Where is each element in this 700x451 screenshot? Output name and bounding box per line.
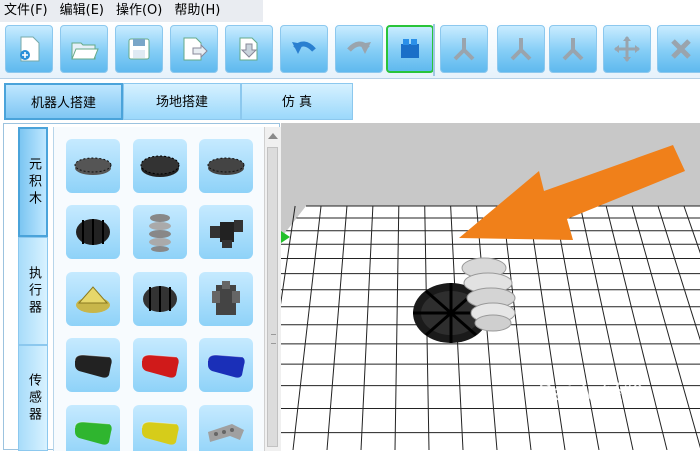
part-tile[interactable] (199, 272, 253, 326)
move-button[interactable] (603, 25, 651, 73)
axis-icon (510, 38, 532, 61)
scroll-up-arrow[interactable] (268, 133, 278, 139)
tab-field-build[interactable]: 场地搭建 (123, 83, 241, 120)
menu-operate[interactable]: 操作(O) (110, 0, 168, 22)
part-tile[interactable] (66, 405, 120, 451)
part-tile[interactable] (199, 338, 253, 392)
toolbar-separator (433, 24, 435, 76)
menu-edit[interactable]: 编辑(E) (54, 0, 110, 22)
export-button[interactable] (170, 25, 218, 73)
bevel-gear-icon (76, 286, 110, 313)
menu-bar: 文件(F) 编辑(E) 操作(O) 帮助(H) (0, 0, 263, 23)
parts-scrollbar[interactable] (264, 127, 281, 451)
open-folder-icon (71, 42, 99, 60)
gear-barrel-icon (143, 286, 177, 312)
axis-z-button[interactable] (549, 25, 597, 73)
redo-icon (347, 41, 371, 54)
part-tile[interactable] (133, 338, 187, 392)
side-tab-label: 执行器 (26, 265, 41, 317)
part-tile[interactable] (133, 272, 187, 326)
scroll-thumb[interactable] (267, 147, 278, 447)
move-icon (614, 36, 640, 62)
side-tab-label: 元积木 (26, 156, 41, 208)
part-tile[interactable] (66, 338, 120, 392)
beam-icon (141, 421, 179, 445)
axis-icon (453, 38, 475, 61)
part-tile[interactable] (133, 405, 187, 451)
save-icon (128, 38, 150, 60)
side-tab-label: 传感器 (26, 372, 41, 424)
part-tile[interactable] (66, 139, 120, 193)
worm-gear-icon (149, 214, 171, 252)
gear-wide-icon (140, 155, 180, 177)
watermark-text: Baidu经验 (538, 381, 645, 406)
beam-icon (74, 354, 112, 378)
hub-icon (212, 281, 240, 315)
axis-y-button[interactable] (497, 25, 545, 73)
part-tile[interactable] (199, 405, 253, 451)
parts-panel: 元积木 执行器 传感器 (3, 123, 281, 451)
build-blocks-icon (401, 39, 419, 58)
menu-file[interactable]: 文件(F) (0, 0, 54, 22)
beam-icon (74, 421, 112, 445)
part-tile[interactable] (199, 139, 253, 193)
menu-help[interactable]: 帮助(H) (168, 0, 226, 22)
mode-tabs: 机器人搭建 场地搭建 仿 真 (0, 80, 700, 122)
save-button[interactable] (115, 25, 163, 73)
part-tile[interactable] (66, 272, 120, 326)
connector-icon (210, 220, 243, 248)
export-icon (183, 37, 208, 61)
beam-angled-icon (208, 424, 244, 442)
part-tile[interactable] (199, 205, 253, 259)
new-file-button[interactable] (5, 25, 53, 73)
import-button[interactable] (225, 25, 273, 73)
beam-icon (207, 354, 245, 378)
side-tab-basic-blocks[interactable]: 元积木 (18, 127, 48, 237)
undo-button[interactable] (280, 25, 328, 73)
open-button[interactable] (60, 25, 108, 73)
gear-flat-icon (207, 157, 245, 175)
watermark: Baidu经验 (538, 375, 698, 419)
tab-robot-build[interactable]: 机器人搭建 (4, 83, 123, 120)
tab-simulation[interactable]: 仿 真 (241, 83, 353, 120)
delete-button[interactable] (657, 25, 700, 73)
toolbar (0, 22, 700, 79)
delete-icon (671, 39, 691, 59)
parts-grid (53, 127, 264, 451)
axis-icon (562, 38, 584, 61)
gear-barrel-icon (76, 219, 110, 245)
build-blocks-button[interactable] (386, 25, 434, 73)
new-file-icon (20, 36, 40, 62)
gear-flat-icon (74, 157, 112, 175)
axis-x-button[interactable] (440, 25, 488, 73)
redo-button[interactable] (335, 25, 383, 73)
part-tile[interactable] (66, 205, 120, 259)
part-tile[interactable] (133, 139, 187, 193)
import-icon (239, 37, 258, 61)
part-tile[interactable] (133, 205, 187, 259)
beam-icon (141, 354, 179, 378)
side-tab-actuators[interactable]: 执行器 (18, 237, 48, 345)
side-tab-sensors[interactable]: 传感器 (18, 345, 48, 451)
undo-icon (292, 41, 316, 54)
